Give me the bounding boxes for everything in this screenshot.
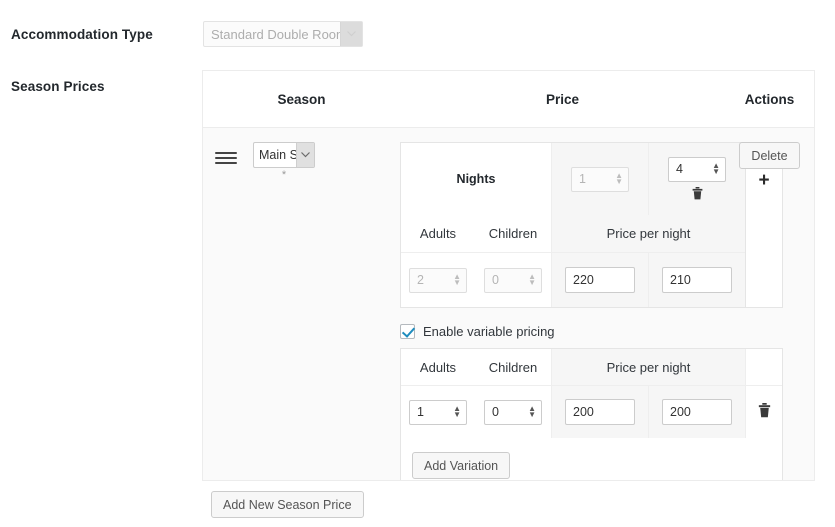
chevron-down-icon (296, 143, 314, 167)
enable-variable-pricing-checkbox[interactable] (400, 324, 415, 339)
accommodation-type-value: Standard Double Room (211, 26, 340, 42)
table-header-row: Season Price Actions (203, 71, 814, 128)
drag-handle-icon[interactable] (215, 152, 237, 164)
nights-cell-1: 1 ▲ ▼ (551, 143, 648, 215)
trash-icon[interactable] (692, 186, 703, 202)
variation-children-cell: 0 ▲ ▼ (475, 386, 551, 438)
season-cell: Main S * (203, 128, 400, 494)
nights-input-1-value: 1 (579, 172, 586, 186)
variation-children-label: Children (488, 359, 538, 375)
price-input-2-value: 210 (670, 273, 691, 287)
children-value: 0 (492, 273, 499, 287)
settings-page: Accommodation Type Standard Double Room … (0, 0, 835, 527)
variation-price-input-2[interactable]: 200 (662, 399, 732, 425)
price-cell: Nights 1 ▲ ▼ 4 ▲ ▼ Adults Children Price… (400, 128, 783, 494)
adults-value: 2 (417, 273, 424, 287)
children-input[interactable]: 0 ▲ ▼ (484, 267, 542, 293)
spinner-icon[interactable]: ▲ ▼ (615, 172, 623, 186)
enable-variable-pricing-label: Enable variable pricing (423, 324, 555, 339)
variation-price-per-night-label: Price per night (551, 349, 745, 385)
variation-price-input-1[interactable]: 200 (565, 399, 635, 425)
actions-cell: Delete (725, 128, 814, 494)
variation-adults-input[interactable]: 1 ▲ ▼ (409, 399, 467, 425)
column-header-actions: Actions (744, 91, 795, 107)
adults-label: Adults (419, 226, 457, 241)
chevron-down-icon (340, 22, 362, 46)
adults-input[interactable]: 2 ▲ ▼ (409, 267, 467, 293)
children-cell: 0 ▲ ▼ (475, 253, 551, 307)
variation-price-cell-1: 200 (551, 386, 648, 438)
spinner-icon[interactable]: ▲ ▼ (528, 273, 536, 287)
price-per-night-label: Price per night (551, 215, 745, 252)
variation-price-1-value: 200 (573, 405, 594, 419)
spinner-icon[interactable]: ▲ ▼ (712, 162, 720, 176)
variation-adults-value: 1 (417, 405, 424, 419)
adults-cell: 2 ▲ ▼ (401, 253, 475, 307)
variation-adults-label: Adults (419, 359, 457, 375)
season-prices-label: Season Prices (11, 79, 105, 94)
nights-label: Nights (456, 172, 496, 186)
table-footer: Add New Season Price (202, 480, 815, 527)
table-row: Main S * Nights 1 ▲ ▼ 4 ▲ ▼ Adults Child… (203, 128, 814, 495)
accommodation-type-label: Accommodation Type (11, 27, 153, 42)
required-marker: * (281, 169, 287, 181)
variation-children-input[interactable]: 0 ▲ ▼ (484, 399, 542, 425)
base-header-row: Adults Children Price per night (401, 215, 745, 253)
variation-children-value: 0 (492, 405, 499, 419)
column-header-season: Season (277, 91, 326, 107)
variation-price-2-value: 200 (670, 405, 691, 419)
price-input-1-value: 220 (573, 273, 594, 287)
variation-adults-cell: 1 ▲ ▼ (401, 386, 475, 438)
add-new-season-price-button[interactable]: Add New Season Price (211, 491, 364, 518)
spinner-icon[interactable]: ▲ ▼ (528, 405, 536, 419)
season-prices-table: Season Price Actions Main S * Nights 1 ▲… (202, 70, 815, 495)
price-input-2[interactable]: 210 (662, 267, 732, 293)
season-select-block: Main S * (253, 142, 315, 181)
nights-input-2-value: 4 (676, 162, 683, 176)
enable-variable-pricing-row[interactable]: Enable variable pricing (400, 324, 725, 339)
season-select-value: Main S (259, 148, 296, 162)
spinner-icon[interactable]: ▲ ▼ (453, 273, 461, 287)
price-input-1[interactable]: 220 (565, 267, 635, 293)
add-variation-button[interactable]: Add Variation (412, 452, 511, 479)
spinner-icon[interactable]: ▲ ▼ (453, 405, 461, 419)
price-cell-1: 220 (551, 253, 648, 307)
base-values-row: 2 ▲ ▼ 0 ▲ ▼ 220 210 (401, 253, 745, 307)
nights-input-1[interactable]: 1 ▲ ▼ (571, 166, 629, 192)
column-header-price: Price (545, 91, 580, 107)
season-select[interactable]: Main S (253, 142, 315, 168)
delete-button[interactable]: Delete (739, 142, 800, 169)
accommodation-type-select[interactable]: Standard Double Room (203, 21, 363, 47)
nights-row: Nights 1 ▲ ▼ 4 ▲ ▼ (401, 143, 745, 215)
children-label: Children (488, 226, 538, 241)
nights-input-2[interactable]: 4 ▲ ▼ (668, 156, 726, 182)
